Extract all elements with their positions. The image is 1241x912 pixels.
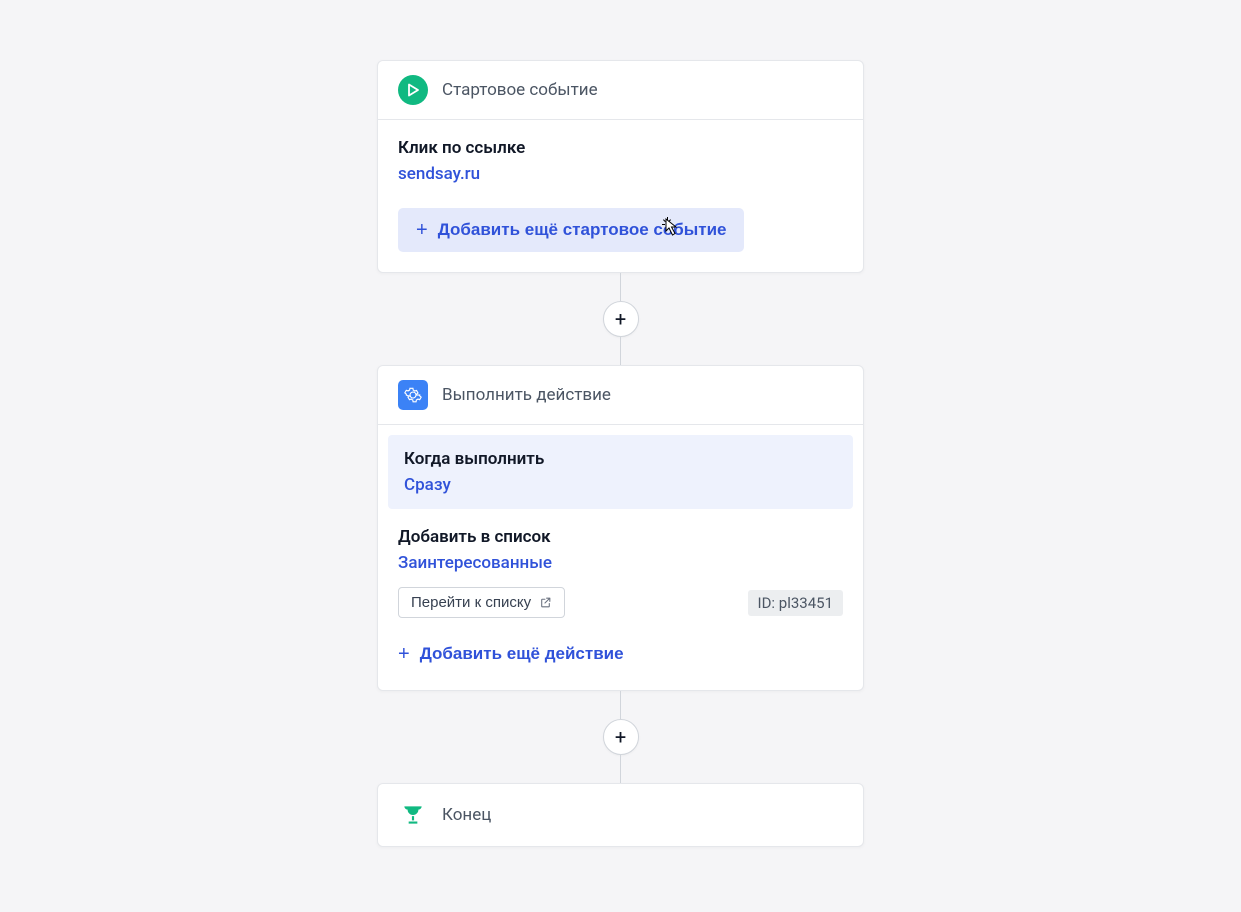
action-node-title: Выполнить действие [442, 385, 611, 405]
action-node-header: Выполнить действие [378, 366, 863, 425]
when-block[interactable]: Когда выполнить Сразу [388, 435, 853, 509]
flow-canvas[interactable]: Стартовое событие Клик по ссылке sendsay… [0, 0, 1241, 912]
when-value: Сразу [404, 475, 837, 495]
when-title: Когда выполнить [404, 449, 837, 469]
list-actions-row: Перейти к списку ID: pl33451 [398, 587, 843, 618]
list-title: Добавить в список [398, 527, 843, 547]
connector-line [620, 691, 621, 719]
start-event-title: Клик по ссылке [398, 138, 843, 158]
connector-line [620, 273, 621, 301]
play-icon [398, 75, 428, 105]
add-action-label: Добавить ещё действие [420, 644, 624, 664]
add-start-event-button[interactable]: + Добавить ещё стартовое событие [398, 208, 744, 252]
end-node-title: Конец [442, 805, 491, 825]
plus-icon: + [416, 220, 428, 240]
connector-line [620, 755, 621, 783]
start-event-link[interactable]: sendsay.ru [398, 164, 843, 184]
external-link-icon [539, 596, 552, 609]
connector-line [620, 337, 621, 365]
add-start-event-label: Добавить ещё стартовое событие [438, 220, 727, 240]
add-node-button[interactable]: + [603, 301, 639, 337]
action-node-body: Когда выполнить Сразу Добавить в список … [378, 425, 863, 690]
add-action-button[interactable]: + Добавить ещё действие [398, 638, 624, 670]
trophy-icon [398, 800, 428, 830]
list-value[interactable]: Заинтересованные [398, 553, 843, 573]
plus-icon: + [398, 644, 410, 664]
action-node[interactable]: Выполнить действие Когда выполнить Сразу… [377, 365, 864, 691]
goto-list-button[interactable]: Перейти к списку [398, 587, 565, 618]
start-node-header: Стартовое событие [378, 61, 863, 120]
item-id-badge: ID: pl33451 [748, 590, 844, 616]
gear-icon [398, 380, 428, 410]
start-node-body: Клик по ссылке sendsay.ru + Добавить ещё… [378, 120, 863, 272]
add-node-button[interactable]: + [603, 719, 639, 755]
end-node[interactable]: Конец [377, 783, 864, 847]
end-node-header: Конец [378, 784, 863, 846]
goto-list-label: Перейти к списку [411, 594, 531, 611]
start-event-node[interactable]: Стартовое событие Клик по ссылке sendsay… [377, 60, 864, 273]
start-node-title: Стартовое событие [442, 80, 598, 100]
